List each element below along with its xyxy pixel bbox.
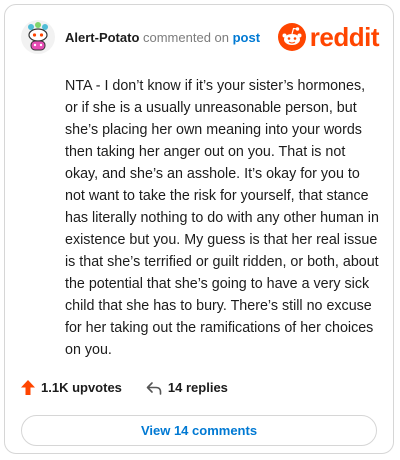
upvotes[interactable]: 1.1K upvotes bbox=[21, 380, 122, 395]
comment-stats: 1.1K upvotes 14 replies bbox=[21, 380, 252, 395]
reply-arrow-icon bbox=[146, 381, 162, 395]
view-comments-button[interactable]: View 14 comments bbox=[21, 415, 377, 446]
reddit-alien-icon bbox=[277, 23, 306, 51]
reply-count: 14 replies bbox=[167, 380, 228, 395]
username[interactable]: Alert-Potato bbox=[65, 30, 139, 45]
upvote-arrow-icon bbox=[21, 380, 35, 395]
replies[interactable]: 14 replies bbox=[146, 380, 228, 395]
reddit-logo: reddit bbox=[277, 21, 380, 53]
reddit-wordmark: reddit bbox=[309, 21, 380, 52]
upvote-count: 1.1K upvotes bbox=[41, 380, 122, 395]
comment-card: Alert-Potato commented on post reddit NT… bbox=[4, 4, 394, 454]
comment-header: Alert-Potato commented on post reddit bbox=[21, 19, 380, 55]
action-text: commented on bbox=[139, 29, 233, 45]
comment-meta: Alert-Potato commented on post bbox=[65, 30, 278, 45]
post-link[interactable]: post bbox=[233, 30, 260, 45]
comment-body: NTA - I don’t know if it’s your sister’s… bbox=[65, 78, 379, 358]
snoo-avatar-icon[interactable] bbox=[21, 20, 55, 54]
